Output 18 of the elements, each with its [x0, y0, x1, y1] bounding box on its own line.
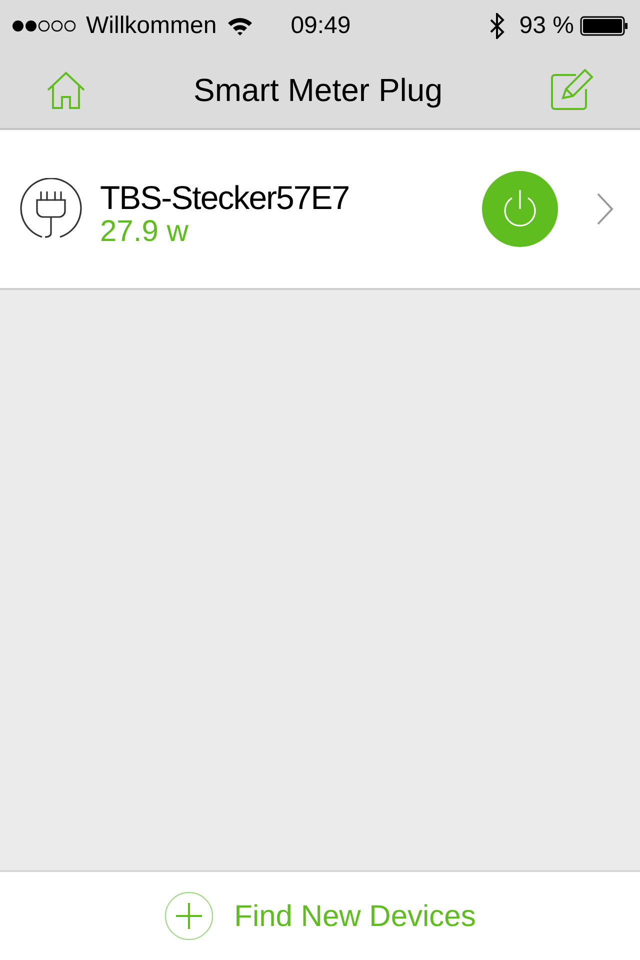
chevron-icon [596, 192, 614, 226]
power-icon [502, 189, 538, 229]
device-name: TBS-Stecker57E7 [100, 180, 350, 216]
bluetooth-icon [489, 13, 506, 39]
plug-icon [20, 178, 82, 240]
device-row[interactable]: TBS-Stecker57E7 27.9 w [0, 130, 640, 290]
home-icon [47, 71, 85, 109]
clock-time: 09:49 [290, 11, 351, 41]
home-button[interactable] [46, 70, 86, 110]
carrier-name: Willkommen [86, 11, 217, 41]
screen-title: Smart Meter Plug [194, 71, 442, 110]
edit-button[interactable] [550, 68, 594, 112]
plus-icon [164, 891, 214, 941]
battery-percent: 93 % [519, 11, 574, 41]
wifi-icon [226, 16, 253, 36]
edit-icon [550, 69, 594, 111]
power-reading: 27.9 w [100, 216, 190, 248]
battery-icon [580, 16, 628, 36]
